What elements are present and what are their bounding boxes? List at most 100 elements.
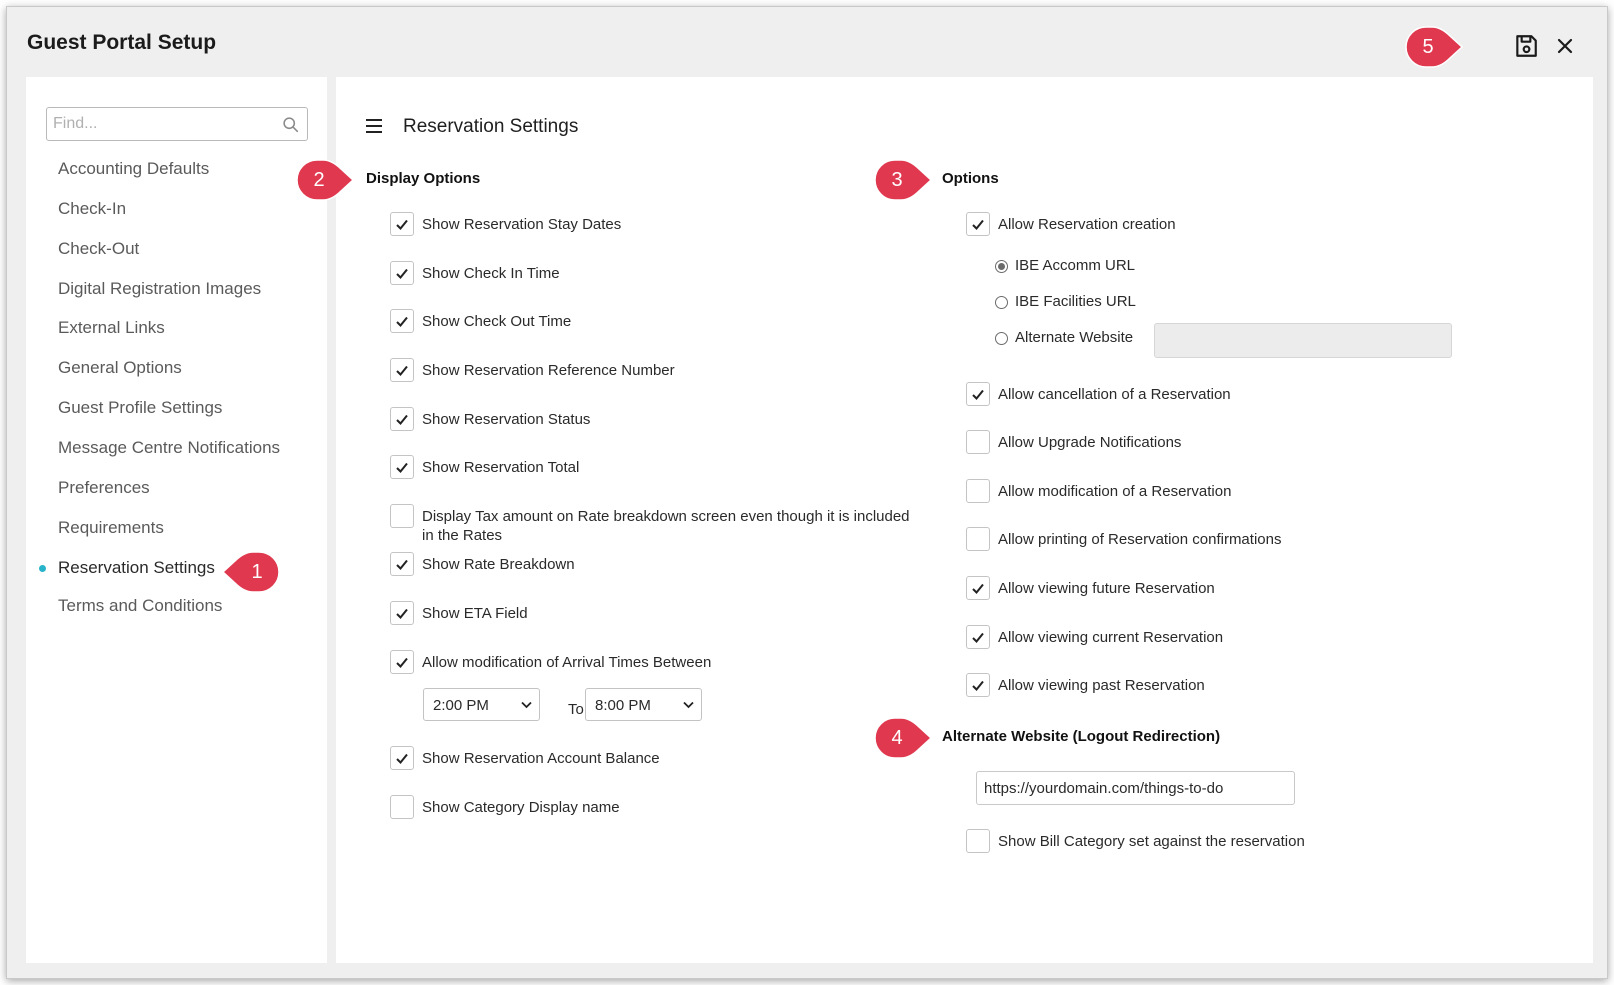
search-icon	[283, 117, 299, 133]
callout-number: 3	[891, 169, 903, 191]
checkbox[interactable]	[390, 504, 414, 528]
option-label: Show ETA Field	[422, 605, 528, 622]
to-label: To	[568, 701, 584, 718]
checkbox[interactable]	[390, 358, 414, 382]
sidebar-item-external-links[interactable]: External Links	[58, 318, 165, 338]
option-label: Allow Upgrade Notifications	[998, 434, 1182, 451]
checkbox[interactable]	[390, 795, 414, 819]
callout-number: 2	[313, 169, 325, 191]
sidebar-item-label: Guest Profile Settings	[58, 398, 223, 417]
sidebar-item-terms-and-conditions[interactable]: Terms and Conditions	[58, 596, 222, 616]
sidebar-item-check-out[interactable]: Check-Out	[58, 239, 139, 259]
sidebar-item-check-in[interactable]: Check-In	[58, 199, 126, 219]
close-icon[interactable]	[1553, 34, 1577, 58]
checkbox[interactable]	[390, 650, 414, 674]
search-input[interactable]	[47, 108, 267, 140]
sidebar-item-label: Preferences	[58, 478, 150, 497]
checkbox[interactable]	[390, 261, 414, 285]
callout-3: 3	[873, 158, 935, 202]
option-label: Show Category Display name	[422, 799, 620, 816]
sidebar-item-digital-registration-images[interactable]: Digital Registration Images	[58, 279, 261, 299]
option-label: Allow modification of Arrival Times Betw…	[422, 654, 712, 671]
sidebar-item-label: Accounting Defaults	[58, 159, 210, 178]
sidebar-item-requirements[interactable]: Requirements	[58, 518, 164, 538]
radio-label: IBE Facilities URL	[1015, 293, 1136, 310]
callout-2: 2	[295, 158, 357, 202]
callout-1: 1	[219, 550, 281, 594]
sidebar-item-label: General Options	[58, 358, 182, 377]
sidebar-item-label: Terms and Conditions	[58, 596, 223, 615]
radio-button[interactable]	[995, 332, 1008, 345]
checkbox[interactable]	[966, 527, 990, 551]
main-panel: Reservation Settings Display Options Sho…	[336, 77, 1593, 963]
search-box[interactable]	[46, 107, 308, 141]
sidebar-item-label: Message Centre Notifications	[58, 438, 281, 457]
logout-redirect-url-input[interactable]: https://yourdomain.com/things-to-do	[976, 771, 1295, 805]
option-label: Allow viewing future Reservation	[998, 580, 1215, 597]
sidebar-item-label: Check-In	[58, 199, 127, 218]
option-label: Show Reservation Stay Dates	[422, 216, 622, 233]
callout-number: 5	[1422, 36, 1434, 58]
sidebar-item-label: Reservation Settings	[58, 558, 215, 577]
option-label: Show Reservation Status	[422, 411, 591, 428]
option-label: Show Reservation Total	[422, 459, 580, 476]
checkbox[interactable]	[966, 479, 990, 503]
option-label: Allow viewing current Reservation	[998, 629, 1224, 646]
arrival-from-select[interactable]: 2:00 PM	[423, 688, 540, 721]
checkbox[interactable]	[390, 552, 414, 576]
option-label: Display Tax amount on Rate breakdown scr…	[422, 508, 910, 544]
sidebar-item-label: External Links	[58, 318, 165, 337]
checkbox[interactable]	[966, 829, 990, 853]
sidebar-item-message-centre-notifications[interactable]: Message Centre Notifications	[58, 438, 280, 458]
window-title: Guest Portal Setup	[27, 31, 217, 54]
radio-button[interactable]	[995, 296, 1008, 309]
radio-label: IBE Accomm URL	[1015, 257, 1136, 274]
option-label: Allow modification of a Reservation	[998, 483, 1232, 500]
option-label: Show Reservation Reference Number	[422, 362, 675, 379]
page-title: Reservation Settings	[403, 116, 579, 137]
option-label: Show Check Out Time	[422, 313, 572, 330]
option-label: Show Check In Time	[422, 265, 560, 282]
logout-redirection-heading: Alternate Website (Logout Redirection)	[942, 728, 1221, 745]
save-icon[interactable]	[1513, 33, 1539, 59]
chevron-down-icon	[521, 701, 532, 709]
checkbox[interactable]	[390, 309, 414, 333]
checkbox[interactable]	[390, 746, 414, 770]
alternate-website-input[interactable]	[1154, 323, 1452, 358]
sidebar-item-preferences[interactable]: Preferences	[58, 478, 150, 498]
checkbox[interactable]	[966, 382, 990, 406]
checkbox[interactable]	[390, 212, 414, 236]
sidebar-item-accounting-defaults[interactable]: Accounting Defaults	[58, 159, 209, 179]
callout-5: 5	[1404, 25, 1466, 69]
option-label: Allow Reservation creation	[998, 216, 1176, 233]
arrival-from-value: 2:00 PM	[433, 697, 489, 714]
checkbox[interactable]	[966, 212, 990, 236]
sidebar-item-label: Digital Registration Images	[58, 279, 262, 298]
sidebar-item-reservation-settings[interactable]: Reservation Settings	[39, 558, 215, 578]
callout-number: 4	[891, 727, 903, 749]
sidebar-item-guest-profile-settings[interactable]: Guest Profile Settings	[58, 398, 222, 418]
checkbox[interactable]	[966, 430, 990, 454]
arrival-to-select[interactable]: 8:00 PM	[585, 688, 702, 721]
option-label: Show Reservation Account Balance	[422, 750, 660, 767]
radio-button[interactable]	[995, 260, 1008, 273]
hamburger-menu-icon[interactable]	[365, 118, 383, 134]
checkbox[interactable]	[966, 625, 990, 649]
option-label: Allow cancellation of a Reservation	[998, 386, 1231, 403]
arrival-to-value: 8:00 PM	[595, 697, 651, 714]
checkbox[interactable]	[390, 407, 414, 431]
guest-portal-setup-window: Guest Portal Setup Accounting Defaults C…	[6, 6, 1608, 979]
checkbox[interactable]	[966, 673, 990, 697]
checkbox[interactable]	[390, 601, 414, 625]
display-options-heading: Display Options	[366, 170, 481, 187]
url-value: https://yourdomain.com/things-to-do	[984, 780, 1224, 797]
radio-label: Alternate Website	[1015, 329, 1134, 346]
sidebar-item-label: Requirements	[58, 518, 164, 537]
sidebar-item-general-options[interactable]: General Options	[58, 358, 182, 378]
checkbox[interactable]	[966, 576, 990, 600]
option-label: Allow printing of Reservation confirmati…	[998, 531, 1282, 548]
option-label: Show Rate Breakdown	[422, 556, 575, 573]
checkbox[interactable]	[390, 455, 414, 479]
active-indicator	[39, 565, 46, 572]
chevron-down-icon	[683, 701, 694, 709]
